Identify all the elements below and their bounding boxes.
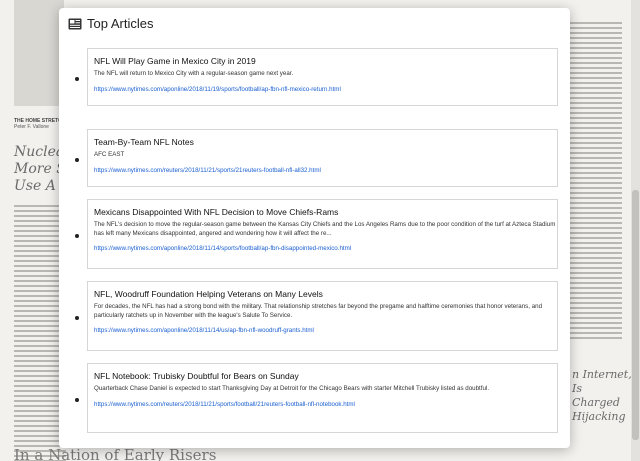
list-bullet	[75, 398, 79, 402]
newspaper-icon	[68, 17, 82, 30]
list-bullet	[75, 234, 79, 238]
article-title: NFL, Woodruff Foundation Helping Veteran…	[94, 289, 323, 299]
list-bullet	[75, 77, 79, 81]
article-description: The NFL's decision to move the regular-s…	[94, 221, 556, 237]
article-title: NFL Will Play Game in Mexico City in 201…	[94, 56, 256, 66]
article-description: The NFL will return to Mexico City with …	[94, 70, 294, 77]
newspaper-photo	[14, 0, 64, 106]
scrollbar-thumb[interactable]	[632, 190, 639, 440]
list-bullet	[75, 158, 79, 162]
article-link[interactable]: https://www.nytimes.com/aponline/2018/11…	[94, 245, 557, 252]
article-title: Team-By-Team NFL Notes	[94, 137, 194, 147]
article-description: AFC EAST	[94, 151, 125, 158]
article-list: NFL Will Play Game in Mexico City in 201…	[59, 48, 570, 433]
newspaper-bottom-headline: In a Nation of Early Risers	[14, 446, 217, 461]
article-link[interactable]: https://www.nytimes.com/reuters/2018/11/…	[94, 167, 557, 174]
article-description: For decades, the NFL has had a strong bo…	[94, 303, 543, 319]
article-item: NFL, Woodruff Foundation Helping Veteran…	[75, 281, 558, 351]
article-title: NFL Notebook: Trubisky Doubtful for Bear…	[94, 371, 299, 381]
article-item: NFL Notebook: Trubisky Doubtful for Bear…	[75, 363, 558, 433]
article-link[interactable]: https://www.nytimes.com/aponline/2018/11…	[94, 327, 557, 334]
article-link[interactable]: https://www.nytimes.com/reuters/2018/11/…	[94, 401, 557, 408]
popup-header: Top Articles	[59, 8, 570, 38]
newspaper-text-lines	[570, 22, 622, 339]
article-description: Quarterback Chase Daniel is expected to …	[94, 385, 490, 392]
article-item: Mexicans Disappointed With NFL Decision …	[75, 199, 558, 269]
popup-title: Top Articles	[87, 15, 154, 31]
list-bullet	[75, 316, 79, 320]
top-articles-popup: Top Articles NFL Will Play Game in Mexic…	[59, 8, 570, 448]
article-link[interactable]: https://www.nytimes.com/aponline/2018/11…	[94, 86, 557, 93]
article-title: Mexicans Disappointed With NFL Decision …	[94, 207, 339, 217]
article-item: NFL Will Play Game in Mexico City in 201…	[75, 48, 558, 106]
page-scrollbar[interactable]	[631, 0, 640, 461]
newspaper-right-headline: n Internet, Is Charged Hijacking	[572, 368, 632, 423]
article-item: Team-By-Team NFL Notes AFC EAST https://…	[75, 129, 558, 187]
